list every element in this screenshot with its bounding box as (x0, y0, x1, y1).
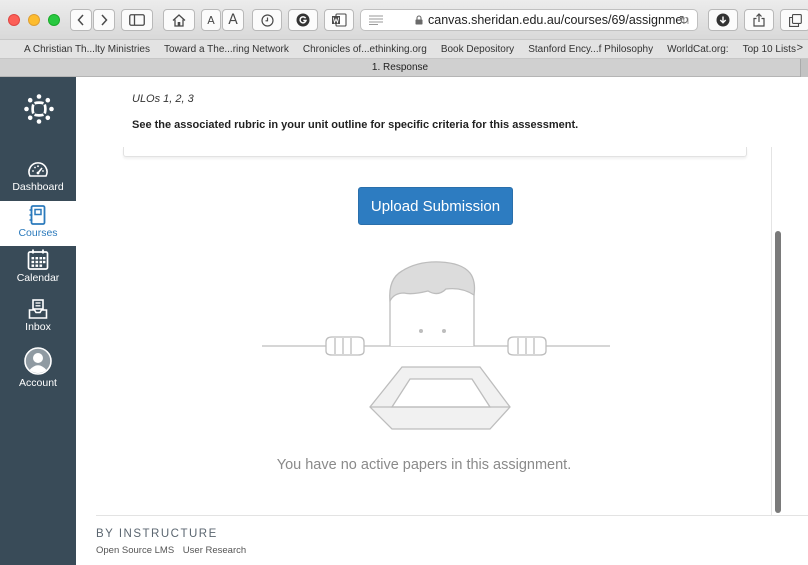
url-main: canvas.sheridan.edu.au/courses/69/assign… (428, 13, 683, 27)
share-icon (753, 13, 765, 27)
assignment-details-card (123, 147, 747, 157)
nav-item-calendar[interactable]: Calendar (0, 249, 76, 293)
bookmarks-bar: A Christian Th...lty Ministries Toward a… (0, 40, 808, 59)
forward-button[interactable] (93, 9, 115, 31)
browser-window: A A canvas.sheridan.edu.au/courses/69/as… (0, 0, 808, 565)
nav-item-courses[interactable]: Courses (0, 201, 76, 246)
canvas-logo-icon[interactable] (24, 94, 54, 124)
sidebar-toggle-button[interactable] (121, 9, 153, 31)
inbox-icon (28, 299, 48, 319)
home-icon (172, 13, 186, 27)
tabs-overview-button[interactable] (780, 9, 808, 31)
text-larger-button[interactable]: A (222, 9, 244, 31)
avatar (24, 347, 52, 375)
active-tab[interactable]: 1. Response (0, 62, 800, 73)
footer-divider (96, 515, 808, 516)
more-bookmarks-button[interactable]: > (797, 42, 803, 54)
reader-view-icon (369, 15, 383, 25)
home-button[interactable] (163, 9, 195, 31)
nav-item-account[interactable]: Account (0, 347, 76, 395)
downloads-button[interactable] (708, 9, 738, 31)
courses-icon (29, 205, 46, 225)
footer-links: Open Source LMS User Research (96, 545, 252, 556)
upload-submission-button[interactable]: Upload Submission (358, 187, 513, 225)
rubric-note: See the associated rubric in your unit o… (132, 119, 579, 131)
history-button[interactable] (252, 9, 282, 31)
global-navigation: Dashboard Courses Calendar Inbox Account (0, 77, 76, 565)
tabs-icon (788, 13, 802, 27)
instructure-brand[interactable]: BY INSTRUCTURE (96, 528, 218, 540)
bookmark-link[interactable]: A Christian Th...lty Ministries (24, 44, 150, 55)
ulos-text: ULOs 1, 2, 3 (132, 93, 194, 105)
grammarly-extension-button[interactable] (288, 9, 318, 31)
nav-label-inbox: Inbox (25, 321, 51, 333)
footer-link-open-source[interactable]: Open Source LMS (96, 545, 174, 556)
lock-icon (415, 15, 423, 25)
download-icon (716, 13, 730, 27)
tab-bar: 1. Response (0, 59, 808, 77)
empty-papers-message: You have no active papers in this assign… (276, 457, 572, 473)
bookmark-link[interactable]: WorldCat.org: (667, 44, 729, 55)
zoom-window-button[interactable] (48, 14, 60, 26)
nav-item-inbox[interactable]: Inbox (0, 299, 76, 341)
close-window-button[interactable] (8, 14, 20, 26)
back-button[interactable] (70, 9, 92, 31)
empty-papers-illustration (262, 261, 610, 430)
nav-label-calendar: Calendar (16, 272, 60, 284)
grammarly-icon (296, 13, 310, 27)
clock-icon (260, 13, 274, 27)
address-bar[interactable]: canvas.sheridan.edu.au/courses/69/assign… (360, 9, 698, 31)
word-icon (332, 13, 347, 27)
chevron-left-icon (77, 14, 84, 26)
nav-item-dashboard[interactable]: Dashboard (0, 161, 76, 199)
share-button[interactable] (744, 9, 774, 31)
text-smaller-button[interactable]: A (201, 9, 221, 31)
minimize-window-button[interactable] (28, 14, 40, 26)
url-text: canvas.sheridan.edu.au/courses/69/assign… (428, 13, 689, 27)
scrollbar[interactable] (771, 147, 783, 515)
sidebar-icon (129, 14, 145, 26)
nav-label-account: Account (19, 377, 57, 389)
nav-label-dashboard: Dashboard (12, 181, 64, 193)
dashboard-icon (28, 162, 48, 177)
bookmark-link[interactable]: Book Depository (441, 44, 514, 55)
chevron-right-icon (101, 14, 108, 26)
bookmark-link[interactable]: Top 10 Lists (743, 44, 796, 55)
scrollbar-thumb[interactable] (775, 231, 781, 513)
reload-icon[interactable]: ↻ (679, 13, 689, 27)
browser-toolbar: A A canvas.sheridan.edu.au/courses/69/as… (0, 0, 808, 40)
bookmark-link[interactable]: Stanford Ency...f Philosophy (528, 44, 653, 55)
calendar-icon (27, 249, 49, 270)
word-extension-button[interactable] (324, 9, 354, 31)
new-tab-button[interactable] (800, 59, 808, 77)
main-content: ULOs 1, 2, 3 See the associated rubric i… (76, 77, 808, 565)
nav-label-courses: Courses (18, 227, 58, 239)
footer-link-user-research[interactable]: User Research (183, 545, 246, 556)
bookmark-link[interactable]: Toward a The...ring Network (164, 44, 289, 55)
bookmark-link[interactable]: Chronicles of...ethinking.org (303, 44, 427, 55)
